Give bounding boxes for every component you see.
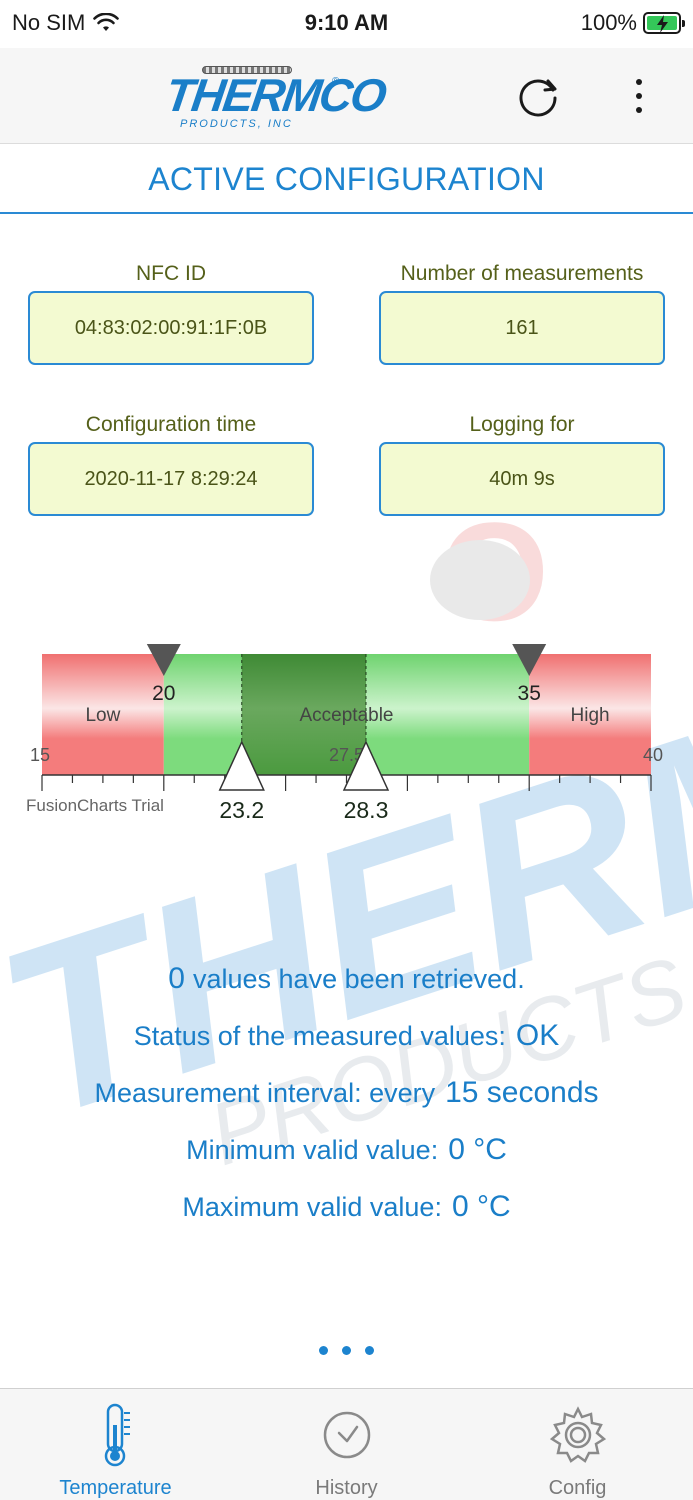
app-bar: THERMCO ® PRODUCTS, INC <box>0 48 693 144</box>
tab-temperature-label: Temperature <box>59 1477 172 1499</box>
page-indicator[interactable] <box>0 1346 693 1355</box>
max-value: 0 °C <box>451 1190 511 1223</box>
retrieved-count: 0 <box>168 962 185 995</box>
status-bar: No SIM 9:10 AM 100% <box>0 0 693 48</box>
configuration-time-label: Configuration time <box>85 413 257 436</box>
interval-value: 15 seconds <box>445 1076 599 1109</box>
nfc-id-label: NFC ID <box>136 262 206 285</box>
retrieved-line: 0 values have been retrieved. <box>0 950 693 1007</box>
thermco-logo: THERMCO ® PRODUCTS, INC <box>162 62 388 132</box>
battery-status: 100% <box>580 10 685 36</box>
min-value: 0 °C <box>448 1133 507 1166</box>
page-dot[interactable] <box>365 1346 374 1355</box>
refresh-icon <box>519 79 557 117</box>
gauge-range-label: Low <box>85 705 120 726</box>
refresh-button[interactable] <box>514 72 562 120</box>
battery-percent: 100% <box>580 10 637 35</box>
min-label: Minimum valid value: <box>186 1135 439 1165</box>
interval-line: Measurement interval: every 15 seconds <box>0 1064 693 1121</box>
svg-text:O: O <box>440 493 549 650</box>
status-label: Status of the measured values: <box>133 1021 506 1051</box>
tab-config-label: Config <box>548 1477 607 1499</box>
battery-icon <box>643 12 685 34</box>
gauge-range-label: Acceptable <box>299 705 393 726</box>
max-line: Maximum valid value: 0 °C <box>0 1178 693 1235</box>
thermometer-icon <box>104 1403 130 1467</box>
page-dot[interactable] <box>319 1346 328 1355</box>
logging-for-field: 40m 9s <box>379 442 665 516</box>
tab-temperature[interactable]: Temperature <box>0 1389 231 1500</box>
configuration-time-field: 2020-11-17 8:29:24 <box>28 442 314 516</box>
nfc-id-field: 04:83:02:00:91:1F:0B <box>28 291 314 365</box>
tab-history[interactable]: History <box>231 1389 462 1500</box>
measurements-label: Number of measurements <box>400 262 644 285</box>
gauge-pointer-label: 28.3 <box>344 797 389 823</box>
temperature-gauge: Low Acceptable High 20 35 15 27.5 40 23.2 28.3 Fus… <box>0 630 693 830</box>
gear-icon <box>549 1406 606 1463</box>
charging-bolt-icon <box>657 15 668 33</box>
retrieved-text: values have been retrieved. <box>192 964 525 994</box>
status-line: Status of the measured values: OK <box>0 1007 693 1064</box>
gauge-range-label: High <box>571 705 610 726</box>
measurements-field: 161 <box>379 291 665 365</box>
max-label: Maximum valid value: <box>182 1192 442 1222</box>
gauge-threshold-label: 20 <box>152 682 175 705</box>
more-vertical-icon <box>636 79 642 113</box>
interval-label: Measurement interval: every <box>94 1078 436 1108</box>
status-value: OK <box>515 1019 560 1052</box>
page-dot[interactable] <box>342 1346 351 1355</box>
gauge-tick-label: 40 <box>643 745 663 765</box>
tab-history-label: History <box>315 1477 378 1499</box>
gauge-threshold-label: 35 <box>518 682 541 705</box>
tab-config[interactable]: Config <box>462 1389 693 1500</box>
min-line: Minimum valid value: 0 °C <box>0 1121 693 1178</box>
section-title: ACTIVE CONFIGURATION <box>0 146 693 214</box>
measurement-stats: 0 values have been retrieved. Status of t… <box>0 950 693 1235</box>
logging-for-label: Logging for <box>469 413 575 436</box>
fusioncharts-trial-label: FusionCharts Trial <box>26 796 164 815</box>
clock-icon <box>323 1411 370 1459</box>
gauge-chart: Low Acceptable High20 3515 27.5 4023.2 28.3Fus… <box>26 644 663 823</box>
gauge-tick-label: 15 <box>30 745 50 765</box>
gauge-pointer-label: 23.2 <box>219 797 264 823</box>
more-options-button[interactable] <box>622 72 656 120</box>
tab-bar: Temperature History Config <box>0 1388 693 1500</box>
